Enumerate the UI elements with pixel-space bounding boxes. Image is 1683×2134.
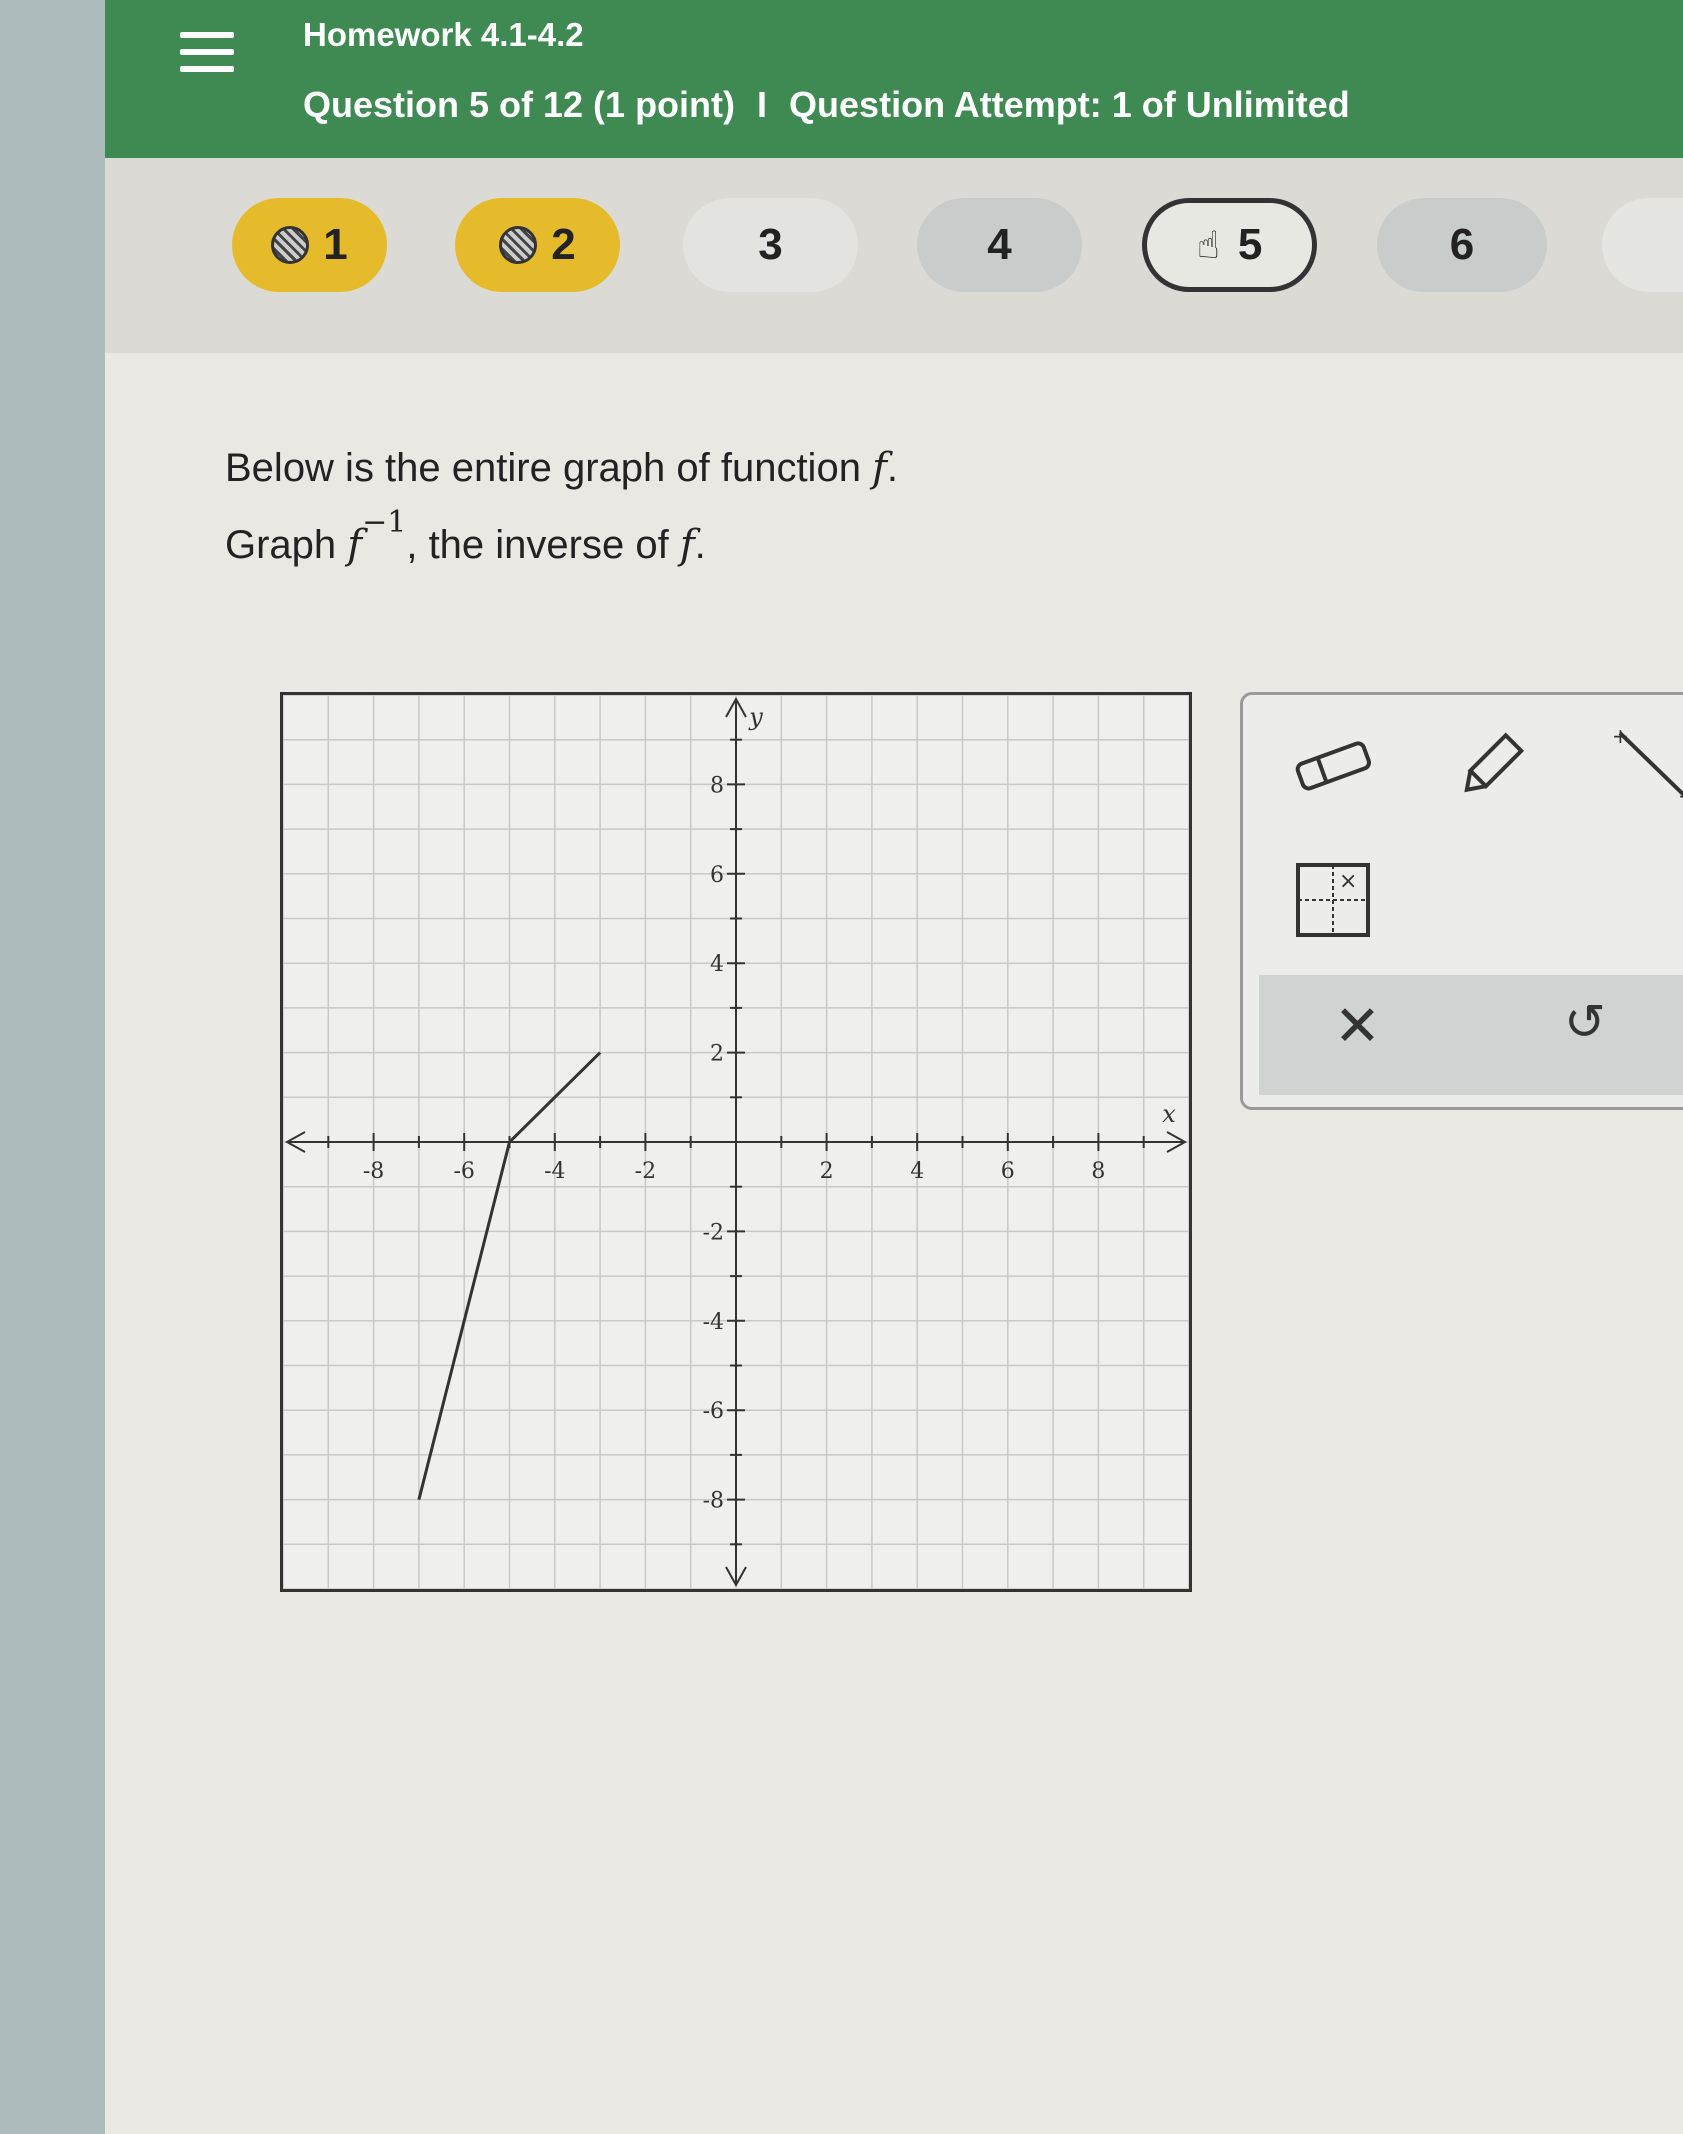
y-axis-label: y	[748, 703, 763, 731]
svg-text:×: ×	[1339, 869, 1357, 894]
question-nav-item-2[interactable]: 2	[455, 198, 620, 292]
y-tick-label: -2	[703, 1220, 724, 1245]
x-tick-label: -4	[544, 1159, 565, 1184]
hamburger-menu-icon[interactable]	[180, 32, 238, 78]
prompt-line-2: Graph f−1, the inverse of f.	[225, 505, 706, 568]
left-edge	[0, 0, 105, 2134]
x-tick-label: 8	[1091, 1159, 1105, 1184]
y-tick-label: -4	[703, 1310, 724, 1335]
attempt-label: Question Attempt: 1 of Unlimited	[789, 84, 1350, 125]
y-tick-label: -6	[703, 1399, 724, 1424]
header: Homework 4.1-4.2 Question 5 of 12 (1 poi…	[105, 0, 1683, 158]
line-segment-icon: + +	[1612, 725, 1683, 805]
question-number: 5	[1237, 220, 1263, 269]
undo-button[interactable]: ↺	[1564, 993, 1606, 1051]
line-segment-tool[interactable]: + +	[1608, 720, 1683, 810]
function-variable: f	[347, 522, 363, 568]
point-grid-icon: ×	[1296, 863, 1370, 937]
coordinate-plane[interactable]: -8 -6 -4 -2 2 4 6 8 8 6 4 2 -2 -4 -6 -8 x y	[282, 694, 1190, 1590]
question-nav-item-3[interactable]: 3	[683, 198, 858, 292]
prompt-text: , the inverse of	[406, 523, 680, 567]
question-number: 6	[1449, 220, 1475, 269]
x-tick-label: 4	[910, 1159, 924, 1184]
question-number: 1	[323, 220, 348, 269]
question-nav-item-1[interactable]: 1	[232, 198, 387, 292]
pencil-icon	[1464, 732, 1525, 793]
question-nav-item-next[interactable]	[1602, 198, 1683, 292]
x-axis-label: x	[1162, 1100, 1176, 1128]
x-tick-label: -2	[635, 1159, 656, 1184]
answered-icon	[271, 226, 310, 264]
question-nav-item-6[interactable]: 6	[1377, 198, 1547, 292]
question-nav-bar: 1 2 3 4 ☝ 5 6	[105, 158, 1683, 353]
homework-title: Homework 4.1-4.2	[303, 16, 584, 53]
clear-button[interactable]: ✕	[1334, 993, 1381, 1059]
pencil-tool[interactable]	[1448, 720, 1538, 810]
function-variable: f	[872, 445, 887, 491]
function-variable: f	[679, 522, 695, 568]
x-tick-label: 2	[820, 1159, 834, 1184]
prompt-punct: .	[886, 446, 898, 490]
y-tick-label: 8	[710, 773, 724, 798]
y-tick-label: 2	[710, 1042, 724, 1067]
question-nav-item-4[interactable]: 4	[917, 198, 1082, 292]
inverse-superscript: −1	[362, 505, 407, 540]
x-tick-label: 6	[1001, 1159, 1015, 1184]
question-number: 4	[987, 220, 1012, 269]
question-info: Question 5 of 12 (1 point) I Question Atte…	[303, 84, 1350, 126]
eraser-tool[interactable]	[1288, 720, 1378, 810]
prompt-line-1: Below is the entire graph of function f.	[225, 445, 898, 491]
prompt-text: Below is the entire graph of function	[225, 446, 873, 490]
eraser-icon	[1295, 741, 1371, 791]
prompt-punct: .	[694, 523, 706, 567]
svg-text:+: +	[1612, 725, 1629, 748]
question-nav-item-5[interactable]: ☝ 5	[1142, 198, 1317, 292]
y-tick-label: 6	[710, 863, 724, 888]
question-number: 2	[551, 220, 576, 269]
tool-actions: ✕ ↺	[1259, 975, 1683, 1095]
y-tick-label: -8	[703, 1489, 724, 1514]
x-tick-label: -8	[363, 1159, 384, 1184]
answered-icon	[499, 226, 538, 264]
question-number: 3	[758, 220, 783, 269]
prompt-text: Graph	[225, 523, 348, 567]
graph-toolbox: + + × ✕ ↺	[1240, 692, 1683, 1110]
point-tool[interactable]: ×	[1288, 855, 1378, 945]
svg-text:+: +	[1678, 784, 1683, 805]
question-label: Question 5 of 12 (1 point)	[303, 84, 736, 125]
pointer-hand-icon: ☝	[1196, 224, 1220, 267]
header-separator: I	[757, 84, 768, 125]
graph-panel[interactable]: -8 -6 -4 -2 2 4 6 8 8 6 4 2 -2 -4 -6 -8 x y	[280, 692, 1192, 1592]
y-tick-label: 4	[710, 952, 724, 977]
x-tick-label: -6	[453, 1159, 474, 1184]
